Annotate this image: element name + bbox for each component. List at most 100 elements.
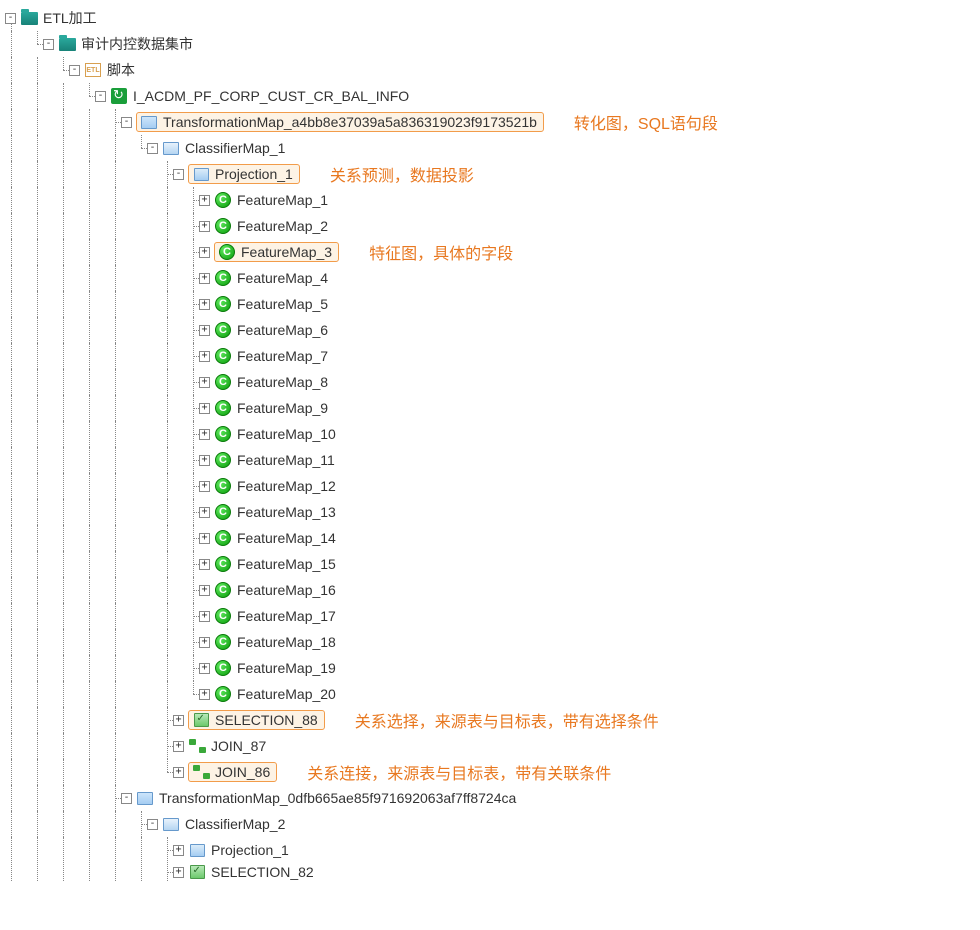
tree-label: FeatureMap_11 bbox=[234, 451, 338, 469]
expander-icon[interactable]: - bbox=[121, 117, 132, 128]
tree-item-feature[interactable]: + CFeatureMap_12 bbox=[5, 473, 975, 499]
tree-item-feature[interactable]: + CFeatureMap_5 bbox=[5, 291, 975, 317]
expander-icon[interactable]: + bbox=[199, 585, 210, 596]
tree-item-projection2[interactable]: + Projection_1 bbox=[5, 837, 975, 863]
expander-icon[interactable]: + bbox=[173, 867, 184, 878]
expander-icon[interactable]: + bbox=[199, 533, 210, 544]
tree-item-feature[interactable]: + CFeatureMap_10 bbox=[5, 421, 975, 447]
expander-icon[interactable]: + bbox=[199, 689, 210, 700]
expander-icon[interactable]: + bbox=[199, 455, 210, 466]
tree-label: FeatureMap_6 bbox=[234, 321, 331, 339]
tree-item-selection88[interactable]: + SELECTION_88 关系选择，来源表与目标表，带有选择条件 bbox=[5, 707, 975, 733]
feature-icon: C bbox=[214, 686, 232, 702]
expander-icon[interactable]: + bbox=[199, 663, 210, 674]
expander-icon[interactable]: - bbox=[5, 13, 16, 24]
tree-item-classifier2[interactable]: - ClassifierMap_2 bbox=[5, 811, 975, 837]
tree-label: I_ACDM_PF_CORP_CUST_CR_BAL_INFO bbox=[130, 87, 412, 105]
feature-icon: C bbox=[214, 374, 232, 390]
tree-item-feature[interactable]: + CFeatureMap_13 bbox=[5, 499, 975, 525]
feature-icon: C bbox=[214, 270, 232, 286]
tree-label: JOIN_87 bbox=[208, 737, 269, 755]
tree-item-feature[interactable]: + CFeatureMap_9 bbox=[5, 395, 975, 421]
tree-item-feature[interactable]: + CFeatureMap_3特征图，具体的字段 bbox=[5, 239, 975, 265]
expander-icon[interactable]: + bbox=[199, 351, 210, 362]
join-icon bbox=[192, 764, 210, 780]
tree-item-audit[interactable]: - 审计内控数据集市 bbox=[5, 31, 975, 57]
tree-label: TransformationMap_0dfb665ae85f971692063a… bbox=[156, 789, 519, 807]
tree-label: FeatureMap_14 bbox=[234, 529, 339, 547]
feature-icon: C bbox=[214, 556, 232, 572]
feature-icon: C bbox=[214, 218, 232, 234]
expander-icon[interactable]: - bbox=[147, 143, 158, 154]
expander-icon[interactable]: + bbox=[173, 715, 184, 726]
expander-icon[interactable]: + bbox=[199, 247, 210, 258]
feature-icon: C bbox=[214, 504, 232, 520]
tree-item-feature[interactable]: + CFeatureMap_11 bbox=[5, 447, 975, 473]
tree-item-feature[interactable]: + CFeatureMap_17 bbox=[5, 603, 975, 629]
tree-item-feature[interactable]: + CFeatureMap_15 bbox=[5, 551, 975, 577]
expander-icon[interactable]: + bbox=[173, 845, 184, 856]
expander-icon[interactable]: - bbox=[121, 793, 132, 804]
refresh-icon bbox=[110, 88, 128, 104]
tree-label: Projection_1 bbox=[212, 165, 296, 183]
expander-icon[interactable]: + bbox=[199, 637, 210, 648]
feature-icon: C bbox=[214, 608, 232, 624]
expander-icon[interactable]: - bbox=[69, 65, 80, 76]
annotation-text: 关系选择，来源表与目标表，带有选择条件 bbox=[355, 708, 659, 732]
tree-item-feature[interactable]: + CFeatureMap_16 bbox=[5, 577, 975, 603]
tree-label: 审计内控数据集市 bbox=[78, 33, 196, 55]
feature-icon: C bbox=[214, 322, 232, 338]
expander-icon[interactable]: + bbox=[199, 299, 210, 310]
expander-icon[interactable]: + bbox=[199, 429, 210, 440]
tree-view: - ETL加工 - 审计内控数据集市 bbox=[5, 5, 975, 881]
tree-label: FeatureMap_17 bbox=[234, 607, 339, 625]
tree-item-feature[interactable]: + CFeatureMap_1 bbox=[5, 187, 975, 213]
tree-item-projection1[interactable]: - Projection_1 关系预测，数据投影 bbox=[5, 161, 975, 187]
expander-icon[interactable]: - bbox=[95, 91, 106, 102]
expander-icon[interactable]: + bbox=[199, 611, 210, 622]
expander-icon[interactable]: + bbox=[199, 559, 210, 570]
tree-label: FeatureMap_8 bbox=[234, 373, 331, 391]
tree-item-job[interactable]: - I_ACDM_PF_CORP_CUST_CR_BAL_INFO bbox=[5, 83, 975, 109]
tree-label: Projection_1 bbox=[208, 841, 292, 859]
projection-icon bbox=[188, 842, 206, 858]
tree-item-feature[interactable]: + CFeatureMap_7 bbox=[5, 343, 975, 369]
tree-item-script[interactable]: - ETL 脚本 bbox=[5, 57, 975, 83]
expander-icon[interactable]: + bbox=[173, 741, 184, 752]
tree-item-tmap2[interactable]: - TransformationMap_0dfb665ae85f97169206… bbox=[5, 785, 975, 811]
tree-item-selection82[interactable]: + SELECTION_82 bbox=[5, 863, 975, 881]
tree-item-join87[interactable]: + JOIN_87 bbox=[5, 733, 975, 759]
expander-icon[interactable]: + bbox=[199, 377, 210, 388]
expander-icon[interactable]: - bbox=[43, 39, 54, 50]
tree-item-join86[interactable]: + JOIN_86 关系连接，来源表与目标表，带有关联条件 bbox=[5, 759, 975, 785]
expander-icon[interactable]: + bbox=[199, 221, 210, 232]
tree-item-feature[interactable]: + CFeatureMap_8 bbox=[5, 369, 975, 395]
expander-icon[interactable]: - bbox=[173, 169, 184, 180]
feature-icon: C bbox=[214, 426, 232, 442]
expander-icon[interactable]: + bbox=[199, 325, 210, 336]
expander-icon[interactable]: + bbox=[199, 273, 210, 284]
tree-item-feature[interactable]: + CFeatureMap_2 bbox=[5, 213, 975, 239]
expander-icon[interactable]: + bbox=[199, 481, 210, 492]
tree-item-feature[interactable]: + CFeatureMap_20 bbox=[5, 681, 975, 707]
expander-icon[interactable]: + bbox=[173, 767, 184, 778]
tree-label: FeatureMap_10 bbox=[234, 425, 339, 443]
tree-label: FeatureMap_1 bbox=[234, 191, 331, 209]
tree-item-feature[interactable]: + CFeatureMap_4 bbox=[5, 265, 975, 291]
expander-icon[interactable]: + bbox=[199, 403, 210, 414]
expander-icon[interactable]: + bbox=[199, 507, 210, 518]
expander-icon[interactable]: + bbox=[199, 195, 210, 206]
tree-item-classifier1[interactable]: - ClassifierMap_1 bbox=[5, 135, 975, 161]
expander-icon[interactable]: - bbox=[147, 819, 158, 830]
tree-item-feature[interactable]: + CFeatureMap_18 bbox=[5, 629, 975, 655]
tree-item-feature[interactable]: + CFeatureMap_14 bbox=[5, 525, 975, 551]
folder-icon bbox=[20, 10, 38, 26]
highlight-box: Projection_1 bbox=[188, 164, 300, 184]
tree-item-tmap1[interactable]: - TransformationMap_a4bb8e37039a5a836319… bbox=[5, 109, 975, 135]
tree-item-etl-root[interactable]: - ETL加工 bbox=[5, 5, 975, 31]
feature-icon: C bbox=[214, 530, 232, 546]
tree-item-feature[interactable]: + CFeatureMap_6 bbox=[5, 317, 975, 343]
annotation-text: 关系连接，来源表与目标表，带有关联条件 bbox=[307, 760, 611, 784]
tree-item-feature[interactable]: + CFeatureMap_19 bbox=[5, 655, 975, 681]
tree-label: FeatureMap_2 bbox=[234, 217, 331, 235]
